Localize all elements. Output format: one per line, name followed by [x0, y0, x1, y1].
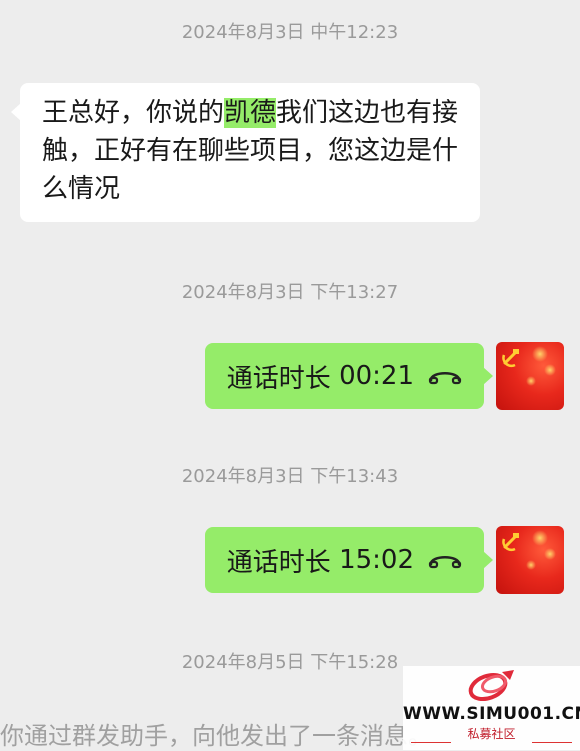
phone-hangup-icon: [428, 366, 462, 386]
incoming-message-bubble[interactable]: 王总好，你说的凯德我们这边也有接触，正好有在聊些项目，您这边是什么情况: [11, 83, 480, 222]
watermark-site: WWW.SIMU001.CN: [403, 704, 580, 724]
message-text-part: 王总好，你说的: [42, 98, 225, 128]
timestamp: 2024年8月3日 下午13:27: [181, 282, 399, 303]
avatar[interactable]: [496, 526, 564, 594]
watermark-logo-icon: [403, 668, 580, 706]
watermark: WWW.SIMU001.CN 私募社区: [403, 666, 580, 750]
watermark-divider: [532, 742, 572, 743]
avatar[interactable]: [496, 342, 564, 410]
watermark-subtitle: 私募社区: [467, 727, 516, 741]
call-duration: 15:02: [339, 545, 414, 575]
call-duration: 00:21: [339, 361, 414, 391]
watermark-divider: [411, 742, 451, 743]
call-label: 通话时长: [226, 363, 331, 394]
system-notice: 你通过群发助手，向他发出了一条消息。: [0, 722, 432, 750]
phone-hangup-icon: [428, 550, 462, 570]
call-record-bubble[interactable]: 通话时长 00:21: [204, 343, 494, 409]
timestamp: 2024年8月3日 中午12:23: [181, 22, 399, 43]
call-record-bubble[interactable]: 通话时长 15:02: [204, 527, 494, 593]
message-highlight: 凯德: [224, 98, 277, 128]
call-label: 通话时长: [226, 547, 331, 578]
timestamp: 2024年8月3日 下午13:43: [181, 466, 399, 487]
